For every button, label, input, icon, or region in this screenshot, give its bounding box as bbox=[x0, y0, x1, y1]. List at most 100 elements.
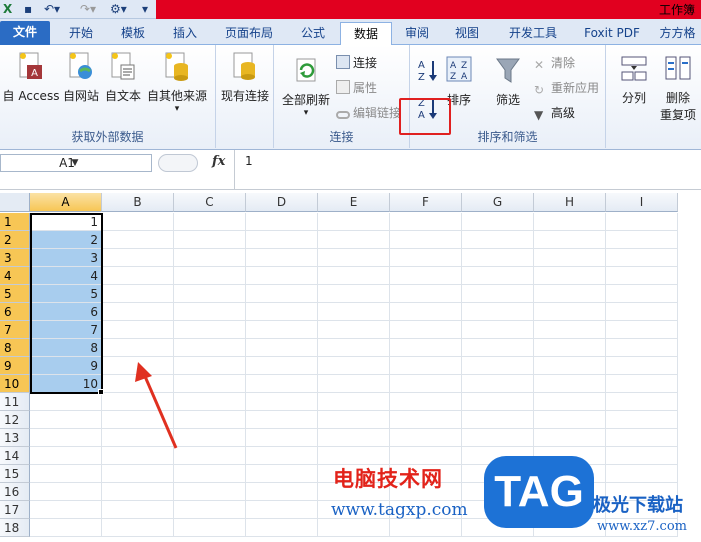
cell[interactable] bbox=[390, 249, 462, 267]
cell[interactable] bbox=[462, 375, 534, 393]
cell[interactable] bbox=[462, 231, 534, 249]
cell[interactable]: 5 bbox=[30, 285, 102, 303]
cell[interactable] bbox=[606, 375, 678, 393]
cell[interactable] bbox=[534, 339, 606, 357]
cell[interactable] bbox=[318, 339, 390, 357]
column-header[interactable]: F bbox=[390, 193, 462, 212]
cell[interactable] bbox=[30, 393, 102, 411]
cell[interactable] bbox=[174, 267, 246, 285]
cell[interactable] bbox=[174, 519, 246, 537]
from-access-button[interactable]: A 自 Access bbox=[2, 51, 60, 104]
cell[interactable] bbox=[606, 429, 678, 447]
cell[interactable] bbox=[102, 339, 174, 357]
cell[interactable] bbox=[246, 357, 318, 375]
row-header[interactable]: 5 bbox=[0, 285, 30, 303]
tab-home[interactable]: 开始 bbox=[56, 22, 106, 45]
connections-button[interactable]: 连接 bbox=[336, 53, 377, 73]
cell[interactable] bbox=[606, 321, 678, 339]
cell[interactable] bbox=[606, 357, 678, 375]
cell[interactable] bbox=[390, 429, 462, 447]
remove-duplicates-button[interactable]: 删除 重复项 bbox=[656, 53, 700, 123]
cell[interactable] bbox=[606, 303, 678, 321]
cell[interactable] bbox=[462, 303, 534, 321]
from-text-button[interactable]: 自文本 bbox=[102, 51, 144, 104]
row-header[interactable]: 2 bbox=[0, 231, 30, 249]
cell[interactable] bbox=[30, 411, 102, 429]
cell[interactable] bbox=[606, 285, 678, 303]
clear-filter-button[interactable]: ✕ 清除 bbox=[534, 53, 575, 73]
cell[interactable] bbox=[390, 375, 462, 393]
cell[interactable] bbox=[534, 267, 606, 285]
cell[interactable] bbox=[390, 285, 462, 303]
tab-insert[interactable]: 插入 bbox=[160, 22, 210, 45]
cell[interactable] bbox=[174, 465, 246, 483]
cell[interactable]: 1 bbox=[30, 213, 102, 231]
row-header[interactable]: 12 bbox=[0, 411, 30, 429]
tab-file[interactable]: 文件 bbox=[0, 21, 50, 45]
cell[interactable] bbox=[318, 429, 390, 447]
cell[interactable] bbox=[246, 285, 318, 303]
cell[interactable] bbox=[606, 249, 678, 267]
name-box-dropdown-icon[interactable]: ▼ bbox=[1, 155, 149, 171]
properties-button[interactable]: 属性 bbox=[336, 78, 377, 98]
cell[interactable] bbox=[534, 321, 606, 339]
redo-icon[interactable]: ↷▾ bbox=[80, 2, 96, 16]
cell[interactable] bbox=[462, 429, 534, 447]
existing-connections-button[interactable]: 现有连接 bbox=[218, 51, 272, 104]
cell[interactable] bbox=[462, 411, 534, 429]
cell[interactable] bbox=[246, 447, 318, 465]
cell[interactable] bbox=[534, 429, 606, 447]
cell[interactable] bbox=[30, 447, 102, 465]
undo-icon[interactable]: ↶▾ bbox=[44, 2, 60, 16]
cell[interactable] bbox=[606, 213, 678, 231]
cell[interactable] bbox=[318, 267, 390, 285]
cell[interactable] bbox=[30, 501, 102, 519]
tab-review[interactable]: 审阅 bbox=[394, 22, 440, 45]
cell[interactable] bbox=[318, 303, 390, 321]
filter-button[interactable]: 筛选 bbox=[490, 55, 526, 108]
cell[interactable] bbox=[30, 465, 102, 483]
row-header[interactable]: 8 bbox=[0, 339, 30, 357]
cell[interactable] bbox=[534, 213, 606, 231]
cell[interactable] bbox=[318, 375, 390, 393]
row-header[interactable]: 18 bbox=[0, 519, 30, 537]
cell[interactable] bbox=[318, 411, 390, 429]
cell[interactable]: 4 bbox=[30, 267, 102, 285]
cell[interactable] bbox=[246, 249, 318, 267]
tab-page-layout[interactable]: 页面布局 bbox=[214, 22, 284, 45]
cell[interactable] bbox=[606, 393, 678, 411]
row-header[interactable]: 1 bbox=[0, 213, 30, 231]
row-header[interactable]: 17 bbox=[0, 501, 30, 519]
reapply-button[interactable]: ↻ 重新应用 bbox=[534, 78, 599, 98]
cell[interactable] bbox=[318, 519, 390, 537]
cell[interactable] bbox=[102, 519, 174, 537]
cell[interactable] bbox=[318, 321, 390, 339]
cell[interactable]: 6 bbox=[30, 303, 102, 321]
select-all-corner[interactable] bbox=[0, 193, 30, 212]
row-header[interactable]: 15 bbox=[0, 465, 30, 483]
refresh-all-button[interactable]: 全部刷新 ▾ bbox=[278, 55, 334, 118]
tab-formulas[interactable]: 公式 bbox=[288, 22, 338, 45]
cell[interactable] bbox=[390, 339, 462, 357]
cell[interactable] bbox=[30, 519, 102, 537]
cell[interactable] bbox=[606, 231, 678, 249]
cell[interactable] bbox=[462, 339, 534, 357]
cell[interactable]: 9 bbox=[30, 357, 102, 375]
tab-foxit-pdf[interactable]: Foxit PDF bbox=[576, 22, 648, 45]
custom-tool-icon[interactable]: ⚙▾ bbox=[110, 2, 127, 16]
cell[interactable] bbox=[102, 249, 174, 267]
cell[interactable] bbox=[606, 267, 678, 285]
cell[interactable] bbox=[534, 375, 606, 393]
sort-ascending-button[interactable]: AZ bbox=[414, 57, 442, 83]
from-other-sources-button[interactable]: 自其他来源 ▾ bbox=[144, 51, 210, 114]
cell[interactable] bbox=[462, 393, 534, 411]
cell[interactable] bbox=[390, 393, 462, 411]
cell[interactable] bbox=[534, 357, 606, 375]
from-web-button[interactable]: 自网站 bbox=[60, 51, 102, 104]
cell[interactable] bbox=[390, 321, 462, 339]
cell[interactable] bbox=[102, 483, 174, 501]
cell[interactable] bbox=[246, 429, 318, 447]
formula-bar-resize-handle[interactable] bbox=[158, 154, 198, 172]
cell[interactable] bbox=[534, 249, 606, 267]
cell[interactable]: 3 bbox=[30, 249, 102, 267]
